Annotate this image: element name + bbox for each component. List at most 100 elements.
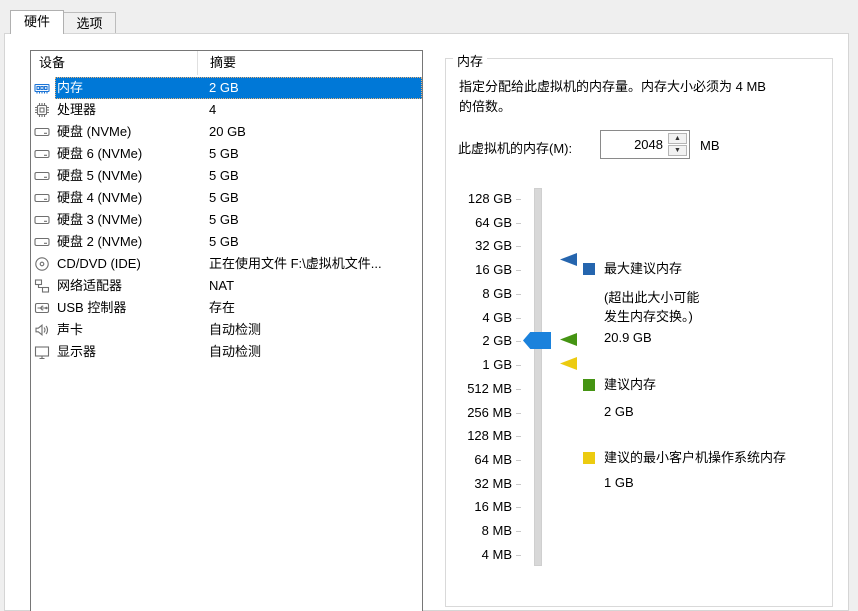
usb-icon [31,297,55,319]
recommended-memory-value: 2 GB [604,404,634,420]
device-row[interactable]: 硬盘 3 (NVMe) 5 GB [31,209,422,231]
device-row-main: 显示器 自动检测 [55,341,422,363]
max-memory-note-line1: (超出此大小可能 [604,288,699,307]
summary-column-header[interactable]: 摘要 [197,51,422,75]
slider-tick: 2 GB [440,333,521,349]
tick-mark-icon [516,270,521,271]
tick-mark-icon [516,555,521,556]
device-summary: 4 [197,99,422,121]
minimum-memory-label: 建议的最小客户机操作系统内存 [604,450,786,466]
device-name: 处理器 [55,99,197,121]
tick-mark-icon [516,318,521,319]
tick-mark-icon [516,365,521,366]
device-name: 硬盘 6 (NVMe) [55,143,197,165]
device-row[interactable]: 硬盘 2 (NVMe) 5 GB [31,231,422,253]
device-row[interactable]: 硬盘 6 (NVMe) 5 GB [31,143,422,165]
tick-mark-icon [516,507,521,508]
device-row[interactable]: 显示器 自动检测 [31,341,422,363]
memory-group-title: 内存 [453,51,487,70]
device-row[interactable]: 硬盘 (NVMe) 20 GB [31,121,422,143]
memory-unit-label: MB [700,138,720,153]
slider-tick: 8 MB [440,523,521,539]
max-memory-note-line2: 发生内存交换。) [604,307,699,326]
slider-tick-label: 64 MB [440,452,512,468]
device-summary: 20 GB [197,121,422,143]
tick-mark-icon [516,246,521,247]
device-name: 网络适配器 [55,275,197,297]
network-icon [31,275,55,297]
device-row-main: 处理器 4 [55,99,422,121]
device-summary: 存在 [197,297,422,319]
device-row[interactable]: 硬盘 5 (NVMe) 5 GB [31,165,422,187]
device-name: 内存 [55,77,197,99]
spin-down-button[interactable]: ▼ [668,145,687,156]
slider-tick: 64 MB [440,452,521,468]
audio-icon [31,319,55,341]
max-memory-value: 20.9 GB [604,330,652,346]
cpu-icon [31,99,55,121]
slider-tick: 32 GB [440,238,521,254]
max-memory-note: (超出此大小可能 发生内存交换。) [604,288,699,326]
slider-tick-label: 8 GB [440,286,512,302]
device-row[interactable]: 网络适配器 NAT [31,275,422,297]
slider-tick-label: 128 GB [440,191,512,207]
device-row[interactable]: 硬盘 4 (NVMe) 5 GB [31,187,422,209]
disk-icon [31,121,55,143]
tab-hardware[interactable]: 硬件 [10,10,64,34]
device-summary: 5 GB [197,209,422,231]
memory-amount-field: ▲ ▼ [600,130,690,159]
tick-mark-icon [516,460,521,461]
device-summary: 5 GB [197,165,422,187]
device-row[interactable]: 内存 2 GB [31,77,422,99]
device-row-main: 硬盘 4 (NVMe) 5 GB [55,187,422,209]
slider-tick-label: 64 GB [440,215,512,231]
disk-icon [31,143,55,165]
device-summary: NAT [197,275,422,297]
device-name: USB 控制器 [55,297,197,319]
memory-spinner: ▲ ▼ [668,133,687,156]
slider-tick-label: 32 GB [440,238,512,254]
slider-tick-label: 512 MB [440,381,512,397]
slider-tick-label: 4 GB [440,310,512,326]
slider-tick: 16 GB [440,262,521,278]
tick-mark-icon [516,484,521,485]
device-row[interactable]: CD/DVD (IDE) 正在使用文件 F:\虚拟机文件... [31,253,422,275]
slider-tick-label: 4 MB [440,547,512,563]
tab-options[interactable]: 选项 [63,12,116,33]
disk-icon [31,209,55,231]
memory-description-line1: 指定分配给此虚拟机的内存量。内存大小必须为 4 MB [459,77,829,97]
vm-settings-dialog: { "tabs": [ { "label": "硬件", "active": t… [0,0,858,611]
device-column-header[interactable]: 设备 [31,51,197,75]
device-row[interactable]: 声卡 自动检测 [31,319,422,341]
slider-tick: 128 GB [440,191,521,207]
max-memory-legend-icon [583,263,595,275]
device-summary: 自动检测 [197,319,422,341]
device-row[interactable]: USB 控制器 存在 [31,297,422,319]
memory-icon [31,77,55,99]
device-row-main: CD/DVD (IDE) 正在使用文件 F:\虚拟机文件... [55,253,422,275]
device-name: 硬盘 3 (NVMe) [55,209,197,231]
device-summary: 自动检测 [197,341,422,363]
recommended-memory-label: 建议内存 [604,377,656,393]
device-row-main: USB 控制器 存在 [55,297,422,319]
memory-description-line2: 的倍数。 [459,97,829,117]
spin-up-button[interactable]: ▲ [668,133,687,144]
slider-tick-label: 256 MB [440,405,512,421]
device-summary: 2 GB [197,77,422,99]
device-row-main: 声卡 自动检测 [55,319,422,341]
device-summary: 5 GB [197,143,422,165]
tick-mark-icon [516,341,521,342]
display-icon [31,341,55,363]
device-rows: 内存 2 GB 处理器 4 硬盘 (NVMe) 20 GB [31,77,422,363]
slider-tick-label: 32 MB [440,476,512,492]
slider-tick: 64 GB [440,215,521,231]
spin-down-icon: ▼ [674,147,681,154]
minimum-memory-value: 1 GB [604,475,634,491]
device-list: 设备 摘要 内存 2 GB 处理器 4 [30,50,423,611]
device-row[interactable]: 处理器 4 [31,99,422,121]
memory-slider-track[interactable] [534,188,542,566]
tick-mark-icon [516,436,521,437]
device-name: 显示器 [55,341,197,363]
slider-tick-label: 16 GB [440,262,512,278]
device-name: 硬盘 5 (NVMe) [55,165,197,187]
